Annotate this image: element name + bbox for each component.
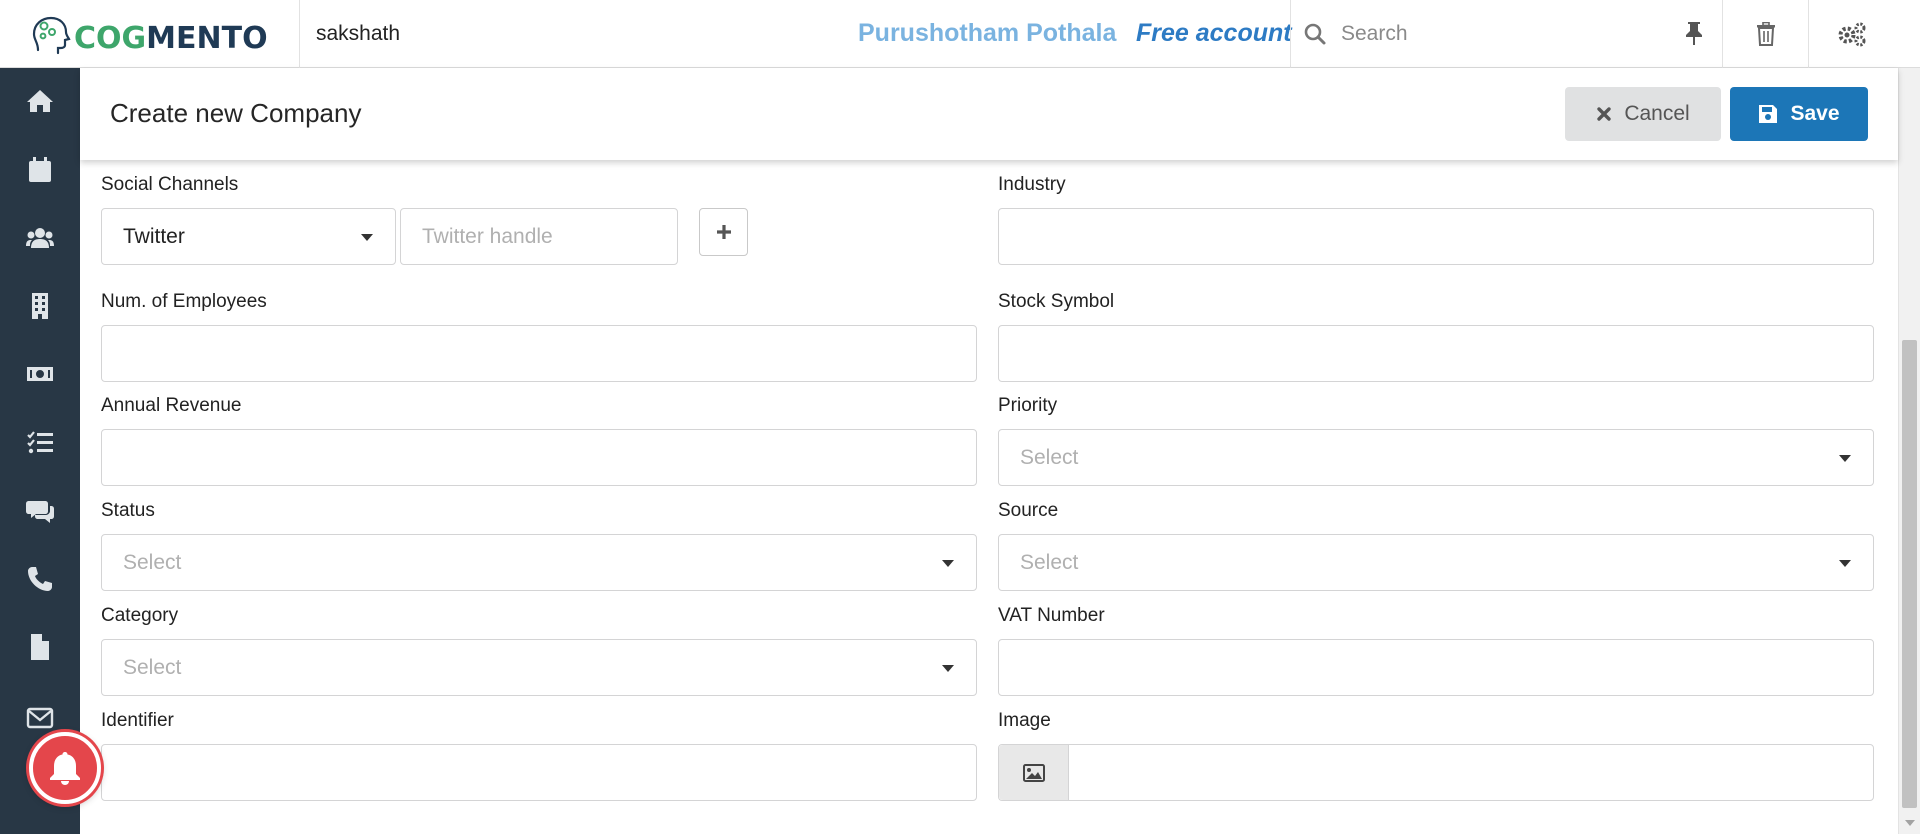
app-logo[interactable]: COGMENTO: [0, 0, 300, 68]
close-icon: [1597, 107, 1612, 121]
image-label: Image: [998, 710, 1051, 731]
tasks-icon: [27, 431, 53, 454]
status-placeholder: Select: [123, 550, 182, 574]
page-title: Create new Company: [110, 98, 362, 128]
priority-label: Priority: [998, 395, 1058, 416]
page-header: Create new Company Cancel Save: [80, 68, 1898, 160]
category-select[interactable]: Select: [101, 639, 977, 696]
settings-button[interactable]: [1808, 0, 1894, 68]
chevron-down-icon: [942, 560, 954, 567]
identifier-label: Identifier: [101, 710, 174, 731]
workspace-user: sakshath: [316, 22, 401, 45]
save-label: Save: [1790, 102, 1840, 125]
chat-icon: [26, 501, 54, 523]
home-icon: [27, 90, 53, 112]
plus-icon: [716, 225, 731, 239]
trash-button[interactable]: [1722, 0, 1808, 68]
cancel-label: Cancel: [1624, 102, 1690, 125]
status-label: Status: [101, 500, 155, 521]
contacts-icon: [26, 228, 54, 248]
calendar-icon: [29, 157, 51, 182]
save-button[interactable]: Save: [1730, 87, 1868, 141]
category-label: Category: [101, 605, 179, 626]
trash-icon: [1756, 22, 1775, 46]
stock-symbol-label: Stock Symbol: [998, 291, 1115, 312]
add-social-channel-button[interactable]: [699, 208, 748, 256]
top-bar: COGMENTO sakshath Purushotham Pothala Fr…: [0, 0, 1920, 68]
social-channels-label: Social Channels: [101, 174, 239, 195]
sidebar-item-home[interactable]: [0, 71, 80, 131]
sidebar-item-calls[interactable]: [0, 549, 80, 609]
stock-symbol-input[interactable]: [998, 325, 1874, 382]
category-placeholder: Select: [123, 655, 182, 679]
user-name[interactable]: Purushotham Pothala: [858, 19, 1116, 48]
num-employees-input[interactable]: [101, 325, 977, 382]
search-box: [1290, 0, 1722, 68]
sidebar-item-deals[interactable]: [0, 344, 80, 404]
pin-icon[interactable]: [1682, 20, 1706, 46]
phone-icon: [28, 567, 52, 591]
twitter-handle-placeholder: Twitter handle: [422, 224, 553, 248]
save-icon: [1759, 105, 1778, 123]
gears-icon: [1838, 22, 1865, 47]
cancel-button[interactable]: Cancel: [1565, 87, 1721, 141]
document-icon: [31, 634, 49, 660]
sidebar: [0, 68, 80, 834]
email-icon: [26, 707, 54, 729]
source-label: Source: [998, 500, 1059, 521]
social-channel-value: Twitter: [123, 224, 185, 248]
vat-number-label: VAT Number: [998, 605, 1105, 626]
sidebar-item-contacts[interactable]: [0, 208, 80, 268]
sidebar-item-documents[interactable]: [0, 617, 80, 677]
search-input[interactable]: [1341, 22, 1641, 46]
source-select[interactable]: Select: [998, 534, 1874, 591]
company-form: Social Channels Twitter Twitter handle I…: [80, 160, 1898, 834]
chevron-down-icon: [942, 665, 954, 672]
sidebar-item-tasks[interactable]: [0, 413, 80, 473]
companies-icon: [32, 293, 48, 319]
image-addon: [999, 745, 1069, 800]
image-icon: [1022, 763, 1045, 782]
priority-select[interactable]: Select: [998, 429, 1874, 486]
priority-placeholder: Select: [1020, 445, 1079, 469]
sidebar-item-companies[interactable]: [0, 276, 80, 336]
sidebar-item-cases[interactable]: [0, 481, 80, 541]
sidebar-item-calendar[interactable]: [0, 140, 80, 200]
industry-label: Industry: [998, 174, 1066, 195]
chevron-down-icon: [1839, 455, 1851, 462]
twitter-handle-input[interactable]: Twitter handle: [400, 208, 678, 265]
vat-number-input[interactable]: [998, 639, 1874, 696]
image-input[interactable]: [998, 744, 1874, 801]
search-icon: [1304, 23, 1326, 45]
source-placeholder: Select: [1020, 550, 1079, 574]
annual-revenue-input[interactable]: [101, 429, 977, 486]
page-scrollbar[interactable]: [1898, 68, 1920, 834]
num-employees-label: Num. of Employees: [101, 291, 267, 312]
status-select[interactable]: Select: [101, 534, 977, 591]
logo-wordmark: COGMENTO: [74, 20, 268, 56]
scrollbar-thumb[interactable]: [1902, 340, 1917, 808]
social-channel-select[interactable]: Twitter: [101, 208, 396, 265]
notification-bell-button[interactable]: [29, 732, 101, 804]
identifier-input[interactable]: [101, 744, 977, 801]
deals-icon: [27, 367, 53, 381]
chevron-down-icon: [1839, 560, 1851, 567]
brain-gear-logo-icon: [32, 16, 71, 55]
scroll-down-arrow-icon[interactable]: [1905, 820, 1915, 826]
chevron-down-icon: [361, 234, 373, 241]
bell-icon: [50, 752, 80, 785]
industry-input[interactable]: [998, 208, 1874, 265]
annual-revenue-label: Annual Revenue: [101, 395, 242, 416]
account-type[interactable]: Free account: [1136, 19, 1292, 48]
